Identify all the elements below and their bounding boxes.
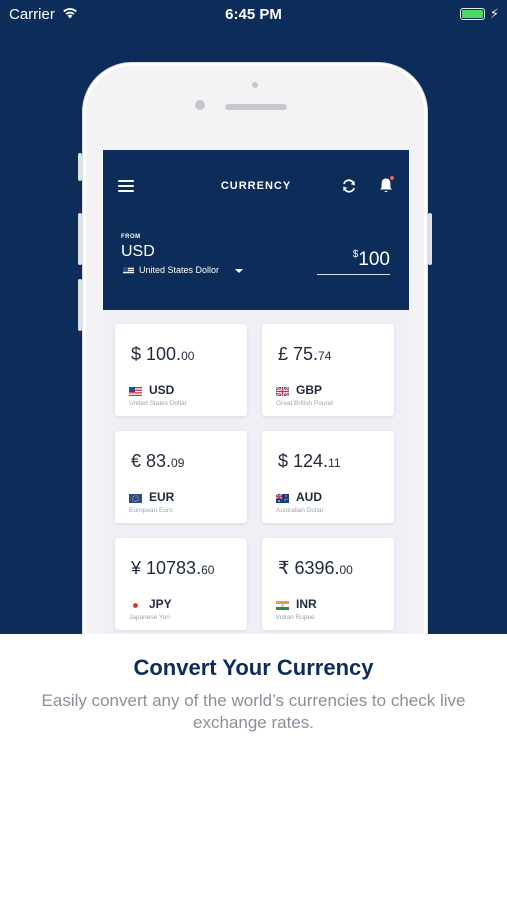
card-amount-whole: 6396.	[289, 558, 340, 578]
app-screen: CURRENCY FROM USD United States Dollor $…	[103, 150, 409, 634]
currency-card-jpy[interactable]: ¥ 10783.60 JPY Japanese Yen	[115, 538, 247, 630]
from-label: FROM	[121, 234, 141, 240]
au-flag-icon	[276, 494, 289, 503]
card-currency-name: Great British Pound	[276, 400, 333, 407]
battery-icon	[460, 8, 485, 20]
card-currency-code: JPY	[149, 597, 172, 611]
card-currency-symbol: ¥	[131, 558, 142, 578]
card-currency-name: Australian Dollar	[276, 507, 324, 514]
card-amount-decimal: 09	[171, 456, 185, 470]
eu-flag-icon	[129, 494, 142, 503]
card-amount: $ 100.00	[131, 344, 194, 365]
from-currency-code: USD	[121, 243, 155, 260]
currency-card-eur[interactable]: € 83.09 EUR European Euro	[115, 431, 247, 523]
currency-card-aud[interactable]: $ 124.11 AUD Australian Dollar	[262, 431, 394, 523]
status-bar: Carrier 6:45 PM ⚡	[0, 0, 507, 28]
card-amount-decimal: 00	[181, 349, 195, 363]
card-currency-name: United States Dollar	[129, 400, 187, 407]
caption-title: Convert Your Currency	[133, 655, 374, 680]
card-currency-symbol: £	[278, 344, 289, 364]
us-flag-icon	[129, 387, 142, 396]
card-currency-code: GBP	[296, 383, 323, 397]
phone-sensor	[252, 82, 258, 88]
card-amount-decimal: 11	[328, 456, 341, 470]
card-currency-symbol: €	[131, 451, 142, 471]
uk-flag-icon	[276, 387, 289, 396]
card-amount-decimal: 00	[339, 563, 353, 577]
status-time: 6:45 PM	[225, 6, 282, 23]
phone-camera	[195, 100, 205, 110]
card-amount-whole: 124.	[288, 451, 329, 471]
card-currency-code: USD	[149, 383, 175, 397]
card-amount: ₹ 6396.00	[278, 558, 353, 579]
phone-volume-down-button	[78, 279, 82, 331]
currency-card-usd[interactable]: $ 100.00 USD United States Dollar	[115, 324, 247, 416]
charging-bolt-icon: ⚡	[489, 6, 499, 21]
in-flag-icon	[276, 601, 289, 610]
card-currency-code: AUD	[296, 490, 322, 504]
card-amount: £ 75.74	[278, 344, 331, 365]
card-amount: € 83.09	[131, 451, 184, 472]
phone-speaker	[225, 104, 287, 110]
app-header: CURRENCY FROM USD United States Dollor $…	[103, 150, 409, 310]
card-currency-name: European Euro	[129, 507, 173, 514]
hero-background: Carrier 6:45 PM ⚡ CURRENCY FROM USD Unit…	[0, 0, 507, 634]
jp-flag-icon	[129, 601, 142, 610]
card-amount-decimal: 74	[318, 349, 332, 363]
app-title: CURRENCY	[220, 180, 292, 192]
card-amount: ¥ 10783.60	[131, 558, 214, 579]
notification-badge	[390, 176, 394, 180]
currency-card-inr[interactable]: ₹ 6396.00 INR Indian Rupee	[262, 538, 394, 630]
card-currency-code: INR	[296, 597, 317, 611]
phone-side-button	[78, 153, 82, 181]
phone-power-button	[428, 213, 432, 265]
card-amount-whole: 75.	[288, 344, 319, 364]
card-amount-whole: 100.	[141, 344, 182, 364]
card-amount-whole: 10783.	[141, 558, 202, 578]
currency-card-gbp[interactable]: £ 75.74 GBP Great British Pound	[262, 324, 394, 416]
phone-volume-up-button	[78, 213, 82, 265]
card-amount-decimal: 60	[201, 563, 215, 577]
card-currency-symbol: $	[278, 451, 289, 471]
card-amount-whole: 83.	[141, 451, 172, 471]
card-amount: $ 124.11	[278, 451, 341, 472]
card-currency-symbol: $	[131, 344, 142, 364]
amount-value: 100	[358, 249, 390, 270]
us-flag-icon	[123, 267, 134, 274]
card-currency-code: EUR	[149, 490, 175, 504]
from-currency-name[interactable]: United States Dollor	[139, 265, 219, 275]
amount-input[interactable]: $100	[317, 249, 390, 275]
card-currency-name: Indian Rupee	[276, 614, 315, 621]
card-currency-name: Japanese Yen	[129, 614, 170, 621]
caret-down-icon[interactable]	[235, 269, 243, 273]
card-currency-symbol: ₹	[278, 558, 290, 578]
caption-body: Easily convert any of the world’s curren…	[41, 691, 466, 732]
phone-mockup: CURRENCY FROM USD United States Dollor $…	[78, 62, 432, 634]
refresh-icon[interactable]	[341, 178, 357, 194]
